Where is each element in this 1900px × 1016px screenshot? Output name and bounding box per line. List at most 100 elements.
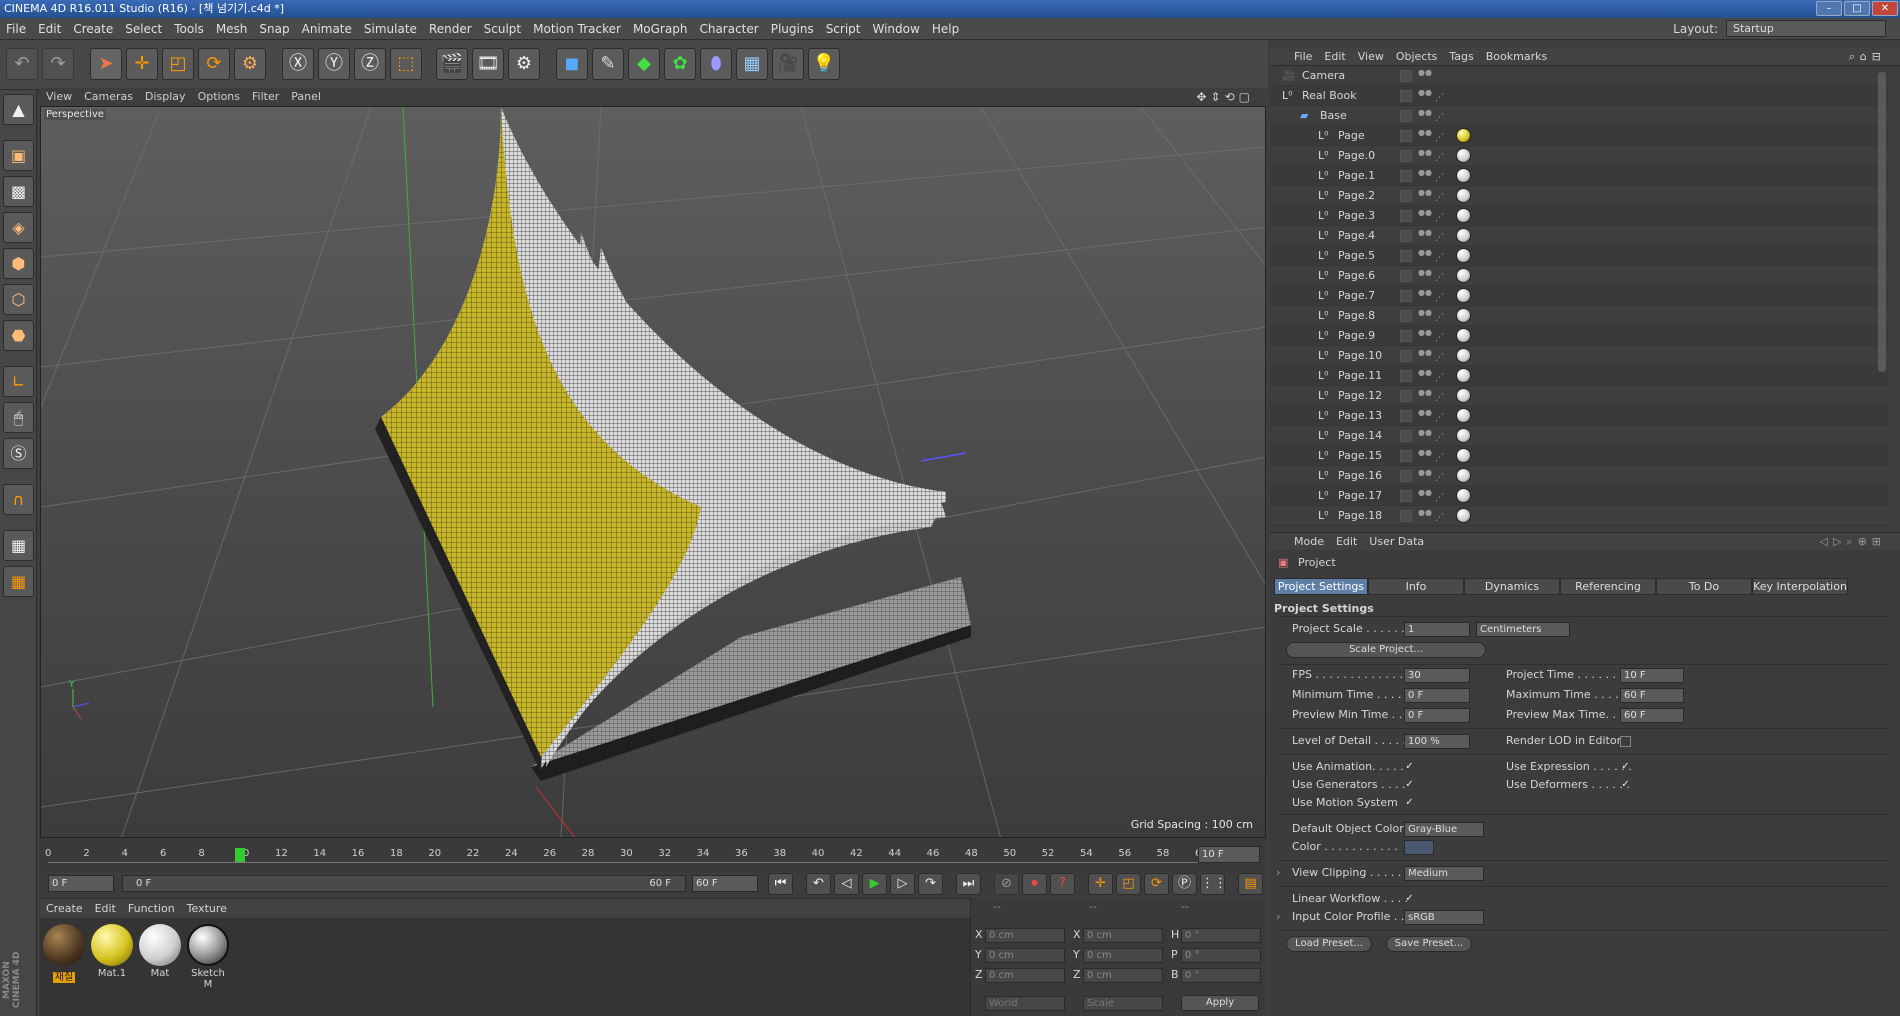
material-tag-icon[interactable] [1456, 448, 1471, 463]
object-row[interactable]: L⁰ Page.5 ●● ⋰ [1270, 246, 1888, 266]
visibility-dots-icon[interactable]: ●● [1418, 149, 1432, 163]
menu-script[interactable]: Script [820, 18, 867, 40]
layer-swatch[interactable] [1400, 70, 1412, 82]
coord-position-x[interactable]: 0 cm [985, 928, 1065, 943]
frame-range-slider[interactable]: 0 F 60 F [122, 875, 686, 892]
material-tag-icon[interactable] [1456, 188, 1471, 203]
tab-key-interpolation[interactable]: Key Interpolation [1752, 578, 1848, 595]
object-row[interactable]: 🎥 Camera ●● [1270, 66, 1888, 86]
fps-field[interactable]: 30 [1404, 668, 1470, 683]
material-tag-icon[interactable] [1456, 428, 1471, 443]
material-tag-icon[interactable] [1456, 368, 1471, 383]
viewport-perspective[interactable]: Y Perspective Grid Spacing : 100 cm [40, 106, 1266, 838]
material-tag-icon[interactable] [1456, 508, 1471, 523]
om-menu-bookmarks[interactable]: Bookmarks [1480, 48, 1553, 66]
am-menu-mode[interactable]: Mode [1288, 533, 1330, 551]
render-view-icon[interactable]: 🎬 [436, 48, 468, 80]
visibility-dots-icon[interactable]: ●● [1418, 289, 1432, 303]
layer-swatch[interactable] [1400, 290, 1412, 302]
coord-rotation-p[interactable]: 0 ° [1181, 948, 1261, 963]
object-row[interactable]: L⁰ Page.13 ●● ⋰ [1270, 406, 1888, 426]
visibility-dots-icon[interactable]: ●● [1418, 469, 1432, 483]
material-swatch[interactable]: 재질 [42, 924, 86, 983]
layer-swatch[interactable] [1400, 190, 1412, 202]
visibility-dots-icon[interactable]: ●● [1418, 449, 1432, 463]
material-tag-icon[interactable] [1456, 248, 1471, 263]
tag-icon[interactable]: ⋰ [1435, 188, 1449, 203]
mat-menu-function[interactable]: Function [122, 899, 181, 919]
layer-swatch[interactable] [1400, 450, 1412, 462]
move-icon[interactable]: ✛ [126, 48, 158, 80]
visibility-dots-icon[interactable]: ●● [1418, 69, 1432, 83]
tag-icon[interactable]: ⋰ [1435, 468, 1449, 483]
input-color-profile-select[interactable]: sRGB [1404, 910, 1484, 925]
visibility-dots-icon[interactable]: ●● [1418, 329, 1432, 343]
material-tag-icon[interactable] [1456, 288, 1471, 303]
object-row[interactable]: L⁰ Page.7 ●● ⋰ [1270, 286, 1888, 306]
z-axis-icon[interactable]: Ⓩ [354, 48, 386, 80]
object-row[interactable]: L⁰ Page.0 ●● ⋰ [1270, 146, 1888, 166]
object-row[interactable]: L⁰ Page.6 ●● ⋰ [1270, 266, 1888, 286]
project-time-field[interactable]: 10 F [1620, 668, 1684, 683]
menu-motion-tracker[interactable]: Motion Tracker [527, 18, 627, 40]
snap-icon[interactable]: Ⓢ [3, 438, 34, 469]
material-tag-icon[interactable] [1456, 308, 1471, 323]
color-swatch[interactable] [1404, 840, 1434, 855]
save-preset-button[interactable]: Save Preset... [1386, 936, 1472, 952]
expand-arrow-icon[interactable]: › [1276, 910, 1280, 923]
layer-swatch[interactable] [1400, 430, 1412, 442]
tag-icon[interactable]: ⋰ [1435, 508, 1449, 523]
units-select[interactable]: Centimeters [1476, 622, 1570, 637]
layer-swatch[interactable] [1400, 350, 1412, 362]
coord-size-y[interactable]: 0 cm [1083, 948, 1163, 963]
tweak-mode-icon[interactable]: 🖱 [3, 402, 34, 433]
object-row[interactable]: L⁰ Page.16 ●● ⋰ [1270, 466, 1888, 486]
tag-icon[interactable]: ⋰ [1435, 328, 1449, 343]
tag-icon[interactable]: ⋰ [1435, 368, 1449, 383]
object-row[interactable]: L⁰ Page.1 ●● ⋰ [1270, 166, 1888, 186]
workplane-icon[interactable]: ◈ [3, 212, 34, 243]
object-row[interactable]: L⁰ Page.2 ●● ⋰ [1270, 186, 1888, 206]
lock-workplane-icon[interactable]: ▦ [3, 530, 34, 561]
tag-icon[interactable]: ⋰ [1435, 108, 1449, 123]
end-frame-field[interactable]: 10 F [1198, 846, 1260, 863]
visibility-dots-icon[interactable]: ●● [1418, 369, 1432, 383]
visibility-dots-icon[interactable]: ●● [1418, 229, 1432, 243]
menu-create[interactable]: Create [67, 18, 119, 40]
minimum-time-field[interactable]: 0 F [1404, 688, 1470, 703]
layer-swatch[interactable] [1400, 110, 1412, 122]
go-end-icon[interactable]: ⏭ [956, 873, 981, 895]
layer-swatch[interactable] [1400, 310, 1412, 322]
deformer-icon[interactable]: ⬮ [700, 48, 732, 80]
tag-icon[interactable]: ⋰ [1435, 348, 1449, 363]
material-tag-icon[interactable] [1456, 328, 1471, 343]
layer-swatch[interactable] [1400, 90, 1412, 102]
material-tag-icon[interactable] [1456, 388, 1471, 403]
prev-frame-icon[interactable]: ◁ [834, 873, 859, 895]
use-expression-checkbox[interactable]: ✓ [1620, 762, 1631, 773]
visibility-dots-icon[interactable]: ●● [1418, 349, 1432, 363]
key-pla-icon[interactable]: ⋮⋮ [1200, 873, 1227, 895]
render-picture-viewer-icon[interactable]: 🎞 [472, 48, 504, 80]
vp-menu-options[interactable]: Options [192, 88, 246, 106]
tag-icon[interactable]: ⋰ [1435, 408, 1449, 423]
next-frame-icon[interactable]: ▷ [890, 873, 915, 895]
object-row[interactable]: L⁰ Page.8 ●● ⋰ [1270, 306, 1888, 326]
magnet-icon[interactable]: ∩ [3, 484, 34, 515]
object-row[interactable]: L⁰ Page.9 ●● ⋰ [1270, 326, 1888, 346]
menu-simulate[interactable]: Simulate [358, 18, 423, 40]
timeline-ruler[interactable]: 0246810121416182022242628303234363840424… [45, 842, 1208, 868]
load-preset-button[interactable]: Load Preset... [1286, 936, 1372, 952]
layer-swatch[interactable] [1400, 390, 1412, 402]
key-position-icon[interactable]: ✛ [1088, 873, 1113, 895]
x-axis-icon[interactable]: Ⓧ [282, 48, 314, 80]
object-row[interactable]: L⁰ Page.12 ●● ⋰ [1270, 386, 1888, 406]
layer-swatch[interactable] [1400, 510, 1412, 522]
layer-swatch[interactable] [1400, 490, 1412, 502]
am-nav-icons[interactable]: ◁▷⌕⊕⊞ [1813, 533, 1892, 551]
coord-world-select[interactable]: World [985, 996, 1065, 1011]
scale-icon[interactable]: ◰ [162, 48, 194, 80]
material-tag-icon[interactable] [1456, 128, 1471, 143]
key-rotation-icon[interactable]: ⟳ [1144, 873, 1169, 895]
maximize-button[interactable]: □ [1844, 1, 1870, 16]
